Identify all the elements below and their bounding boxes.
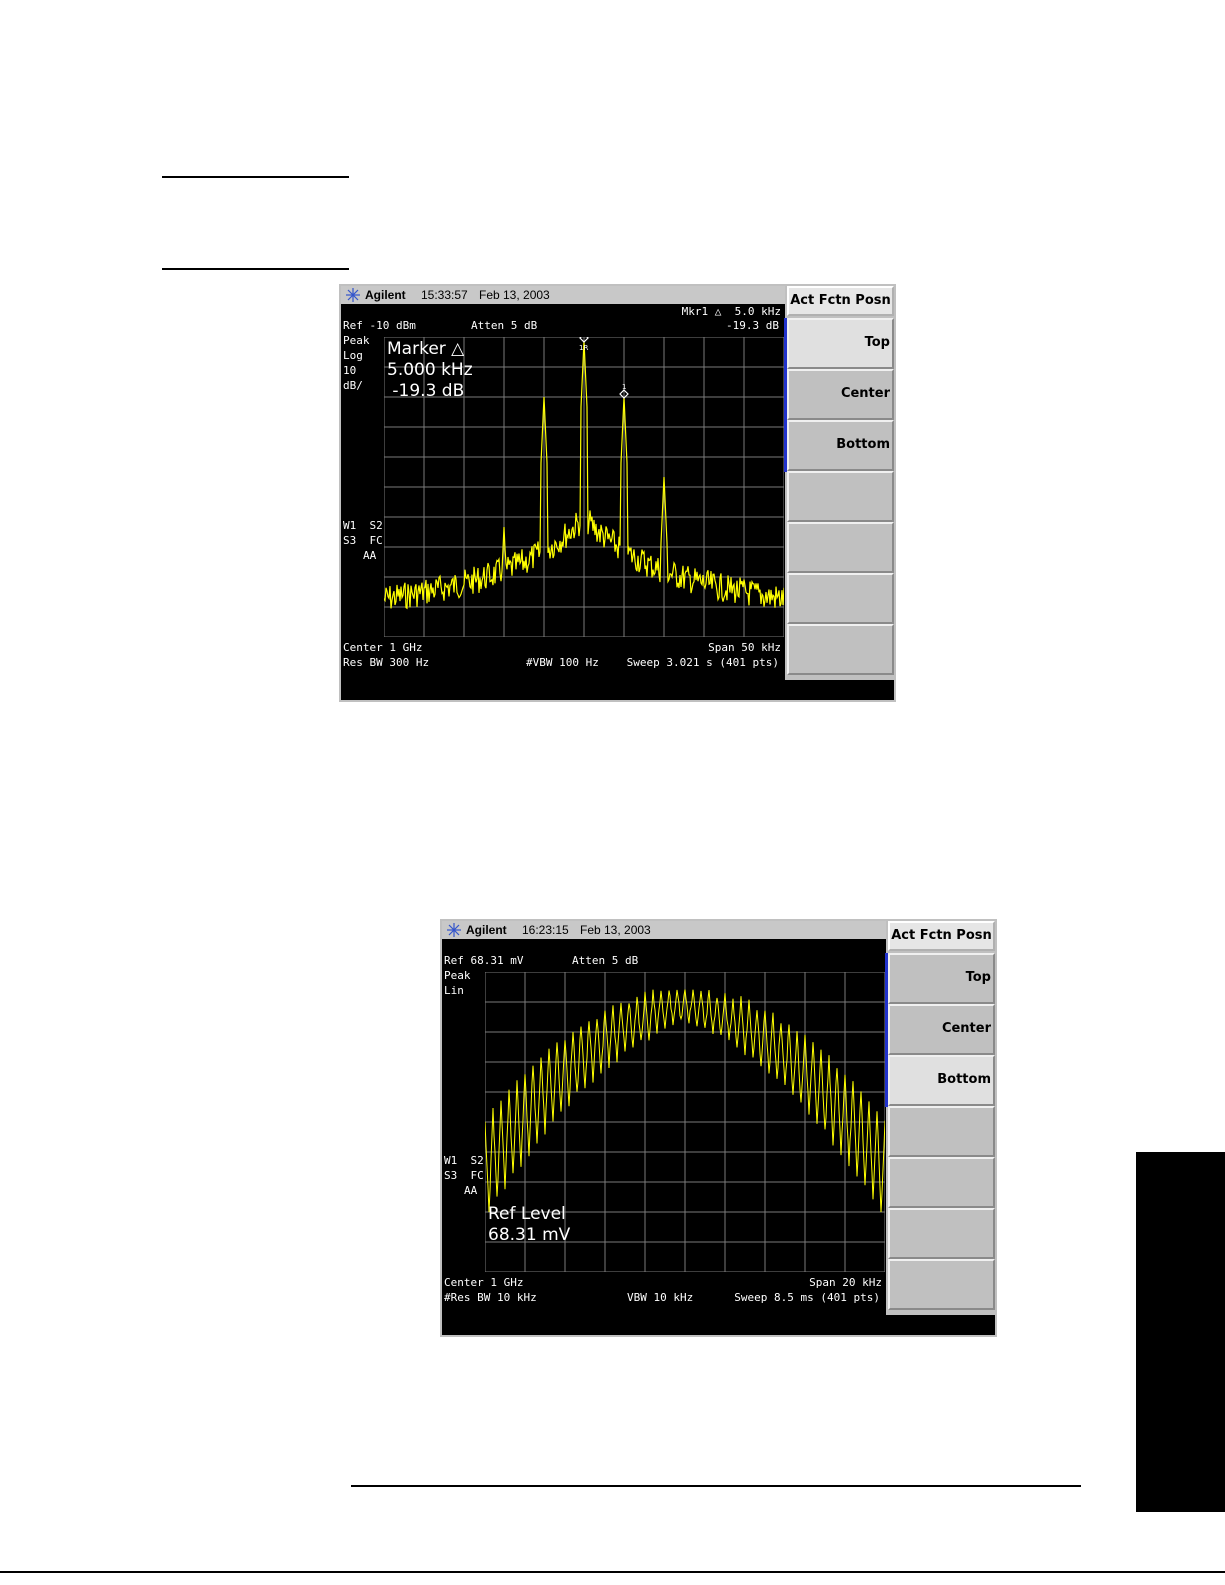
chapter-tab [1136, 1152, 1225, 1512]
softkey-label: Top [864, 335, 890, 350]
softkey-blank[interactable] [888, 1157, 995, 1208]
res-bw-label: #Res BW 10 kHz [444, 1291, 537, 1304]
title-bar: Agilent 16:23:15 Feb 13, 2003 [442, 921, 886, 939]
marker-readout-amp: -19.3 dB [726, 319, 779, 332]
res-bw-label: Res BW 300 Hz [343, 656, 430, 669]
scale-line: Lin [444, 984, 464, 997]
time-label: 15:33:57 [421, 288, 468, 302]
softkey-center[interactable]: Center [787, 369, 894, 420]
softkey-blank[interactable] [787, 624, 894, 675]
brand-label: Agilent [466, 923, 507, 937]
scale-line: Peak [343, 334, 370, 347]
agilent-logo-icon [346, 288, 360, 302]
active-function-line: 68.31 mV [488, 1225, 571, 1245]
scale-line: Peak [444, 969, 471, 982]
title-bar: Agilent 15:33:57 Feb 13, 2003 [341, 286, 785, 304]
center-freq-label: Center 1 GHz [444, 1276, 524, 1289]
softkey-center[interactable]: Center [888, 1004, 995, 1055]
active-function-line: Ref Level [488, 1204, 566, 1224]
center-freq-label: Center 1 GHz [343, 641, 423, 654]
softkey-blank[interactable] [888, 1208, 995, 1259]
scale-line: dB/ [343, 379, 363, 392]
softkey-label: Bottom [937, 1072, 991, 1087]
header-rule-top [162, 176, 349, 178]
vbw-label: #VBW 100 Hz [526, 656, 599, 669]
softkey-top[interactable]: Top [787, 318, 894, 369]
status-line: W1 S2 [444, 1154, 484, 1167]
softkey-menu-title: Act Fctn Posn [888, 921, 995, 951]
ref-level-label: Ref -10 dBm [343, 319, 416, 332]
date-label: Feb 13, 2003 [580, 923, 651, 937]
brand-label: Agilent [365, 288, 406, 302]
active-function-line: Marker △ [387, 339, 465, 359]
active-function-line: 5.000 kHz [387, 360, 473, 380]
atten-label: Atten 5 dB [572, 954, 639, 967]
active-function-line: -19.3 dB [387, 381, 465, 401]
softkey-label: Top [965, 970, 991, 985]
agilent-logo-icon [447, 923, 461, 937]
softkey-blank[interactable] [888, 1259, 995, 1310]
atten-label: Atten 5 dB [471, 319, 538, 332]
status-line: AA [464, 1184, 478, 1197]
ref-level-label: Ref 68.31 mV [444, 954, 524, 967]
softkey-bottom[interactable]: Bottom [787, 420, 894, 471]
softkey-blank[interactable] [787, 471, 894, 522]
softkey-label: Bottom [836, 437, 890, 452]
softkey-bottom[interactable]: Bottom [888, 1055, 995, 1106]
marker-readout-freq: Mkr1 △ 5.0 kHz [681, 305, 781, 318]
scale-line: 10 [343, 364, 357, 377]
softkey-blank[interactable] [787, 573, 894, 624]
sweep-label: Sweep 3.021 s (401 pts) [626, 656, 779, 669]
date-label: Feb 13, 2003 [479, 288, 550, 302]
softkey-label: Center [941, 1021, 991, 1036]
spectrum-display: Mkr1 △ 5.0 kHz -19.3 dB Ref -10 dBm Atte… [341, 304, 785, 680]
scale-line: Log [343, 349, 363, 362]
softkey-blank[interactable] [787, 522, 894, 573]
message-bar [442, 1315, 995, 1335]
status-line: S3 FC [343, 534, 383, 547]
softkey-menu-title: Act Fctn Posn [787, 286, 894, 316]
header-rule-bottom [162, 268, 349, 270]
spectrum-display: Ref 68.31 mV Atten 5 dB Peak Lin W1 S2 S… [442, 939, 886, 1315]
analyzer-screen-2: Agilent 16:23:15 Feb 13, 2003 Ref 68.31 … [440, 919, 997, 1337]
sweep-label: Sweep 8.5 ms (401 pts) [734, 1291, 880, 1304]
status-line: AA [363, 549, 377, 562]
time-label: 16:23:15 [522, 923, 569, 937]
message-bar [341, 680, 894, 700]
span-label: Span 20 kHz [809, 1276, 882, 1289]
span-label: Span 50 kHz [708, 641, 781, 654]
vbw-label: VBW 10 kHz [627, 1291, 694, 1304]
page-bottom-rule [0, 1571, 1225, 1573]
status-line: S3 FC [444, 1169, 484, 1182]
status-line: W1 S2 [343, 519, 383, 532]
softkey-top[interactable]: Top [888, 953, 995, 1004]
softkey-label: Center [840, 386, 890, 401]
softkey-blank[interactable] [888, 1106, 995, 1157]
footer-rule [351, 1485, 1081, 1487]
marker-label: 1 [622, 383, 626, 391]
marker-label: 1R [579, 344, 588, 352]
analyzer-screen-1: Agilent 15:33:57 Feb 13, 2003 Mkr1 △ 5.0… [339, 284, 896, 702]
